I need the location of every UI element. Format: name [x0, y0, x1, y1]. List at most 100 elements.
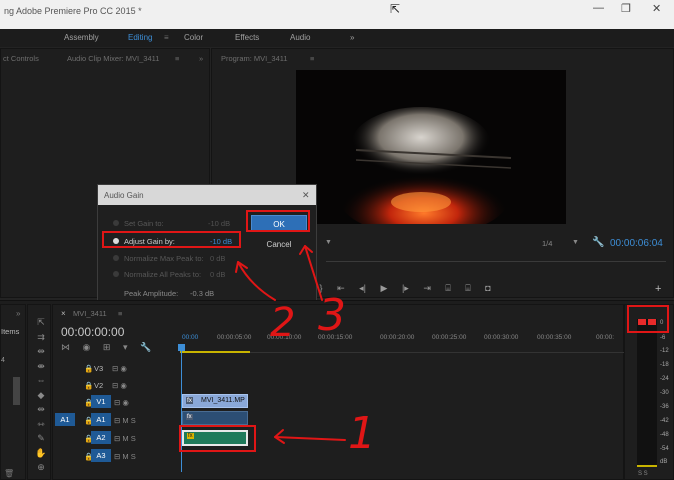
panel-menu-icon[interactable]: ≡ — [175, 54, 179, 63]
settings-wrench-icon[interactable]: 🔧 — [140, 342, 151, 352]
meter-label-24: -24 — [660, 376, 669, 382]
hand-tool-icon[interactable]: ✋ — [34, 446, 48, 461]
ripple-edit-tool-icon[interactable]: ⇹ — [34, 344, 48, 359]
meter-label-db: dB — [660, 459, 668, 465]
project-more-icon[interactable]: » — [16, 309, 20, 318]
close-button[interactable]: ✕ — [652, 2, 661, 15]
project-items-label: Items — [1, 327, 20, 336]
lift-icon: ⌸ — [445, 283, 451, 293]
panel-more-icon[interactable]: » — [199, 54, 203, 63]
workspace-more-icon[interactable]: » — [350, 33, 354, 42]
razor-tool-icon[interactable]: ◆ — [34, 388, 48, 403]
playhead[interactable] — [181, 344, 182, 472]
marker-icon[interactable]: ▾ — [123, 342, 128, 352]
tab-audio-clip-mixer[interactable]: Audio Clip Mixer: MVI_3411 — [67, 54, 159, 63]
minimize-button[interactable]: — — [593, 2, 604, 14]
program-video-frame — [296, 70, 566, 224]
track-v1-icons[interactable]: ⊟ ◉ — [114, 398, 129, 407]
track-a1-name[interactable]: A1 — [91, 413, 111, 426]
zoom-level[interactable]: 1/4 — [542, 239, 552, 248]
track-headers: 🔒 V3 ⊟ ◉ 🔒 V2 ⊟ ◉ 🔒 V1 ⊟ ◉ A1 🔒 A1 ⊟ M S… — [52, 361, 180, 471]
workspace-menu-icon[interactable]: ≡ — [164, 33, 169, 42]
snap-icon[interactable]: ⋈ — [61, 342, 70, 352]
maximize-button[interactable]: ❐ — [621, 2, 631, 15]
rolling-edit-tool-icon[interactable]: ⇼ — [34, 359, 48, 374]
wrench-icon[interactable]: 🔧 — [592, 237, 604, 248]
title-bar: ng Adobe Premiere Pro CC 2015 * ⇱ — ❐ ✕ — [0, 0, 674, 29]
work-area-bar[interactable] — [180, 351, 250, 353]
source-a1-patch[interactable]: A1 — [55, 413, 75, 426]
workspace-editing[interactable]: Editing — [128, 33, 152, 42]
workspace-bar: Assembly Editing ≡ Color Effects Audio » — [0, 29, 674, 47]
track-a2-name[interactable]: A2 — [91, 431, 111, 444]
transport-controls[interactable]: { } ⇤ ◂| ▶ |▸ ⇥ ⌸ ⌸ ◘ — [302, 283, 602, 297]
peak-amplitude-label: Peak Amplitude: — [124, 289, 179, 298]
track-v1-name[interactable]: V1 — [91, 395, 111, 408]
track-select-tool-icon[interactable]: ⇉ — [34, 330, 48, 345]
track-v2-icons[interactable]: ⊟ ◉ — [112, 381, 127, 390]
tools-panel: ⇱ ⇉ ⇹ ⇼ ⇔ ◆ ⇹ ⇿ ✎ ✋ ⊕ — [27, 304, 51, 480]
ruler-label-0: 00:00 — [182, 334, 199, 341]
tab-program[interactable]: Program: MVI_3411 — [221, 54, 288, 63]
radio-normalize-all[interactable] — [113, 271, 119, 277]
annotation-box-meter-peak — [627, 305, 669, 333]
workspace-effects[interactable]: Effects — [235, 33, 259, 42]
selection-tool-icon[interactable]: ⇱ — [34, 315, 48, 330]
annotation-number-1: 1 — [348, 408, 376, 459]
workspace-assembly[interactable]: Assembly — [64, 33, 99, 42]
rate-stretch-tool-icon[interactable]: ⇔ — [34, 373, 48, 388]
zoom-tool-icon[interactable]: ⊕ — [34, 460, 48, 475]
ruler-label-1: 00:00:05:00 — [217, 334, 252, 341]
track-a3-icons[interactable]: ⊟ M S — [114, 452, 136, 461]
add-marker-icon[interactable]: ⊞ — [103, 342, 111, 352]
video-clip[interactable]: fx MVI_3411.MP — [182, 394, 248, 408]
meter-label-48: -48 — [660, 432, 669, 438]
playhead-handle[interactable] — [178, 344, 185, 351]
time-ruler[interactable] — [180, 344, 624, 353]
peak-amplitude-value: -0.3 dB — [190, 289, 215, 298]
track-v3-icons[interactable]: ⊟ ◉ — [112, 364, 127, 373]
slide-tool-icon[interactable]: ⇿ — [34, 417, 48, 432]
timeline-close-icon[interactable]: × — [61, 309, 66, 318]
slip-tool-icon[interactable]: ⇹ — [34, 402, 48, 417]
workspace-audio[interactable]: Audio — [290, 33, 310, 42]
option-set-gain-value[interactable]: -10 dB — [208, 219, 230, 228]
trash-icon[interactable]: 🗑 — [4, 469, 14, 478]
go-to-out-icon: ⇥ — [423, 283, 431, 293]
track-v3-name[interactable]: V3 — [94, 364, 103, 373]
program-ruler[interactable] — [326, 261, 666, 262]
solo-buttons[interactable]: S S — [638, 471, 648, 477]
radio-normalize-max[interactable] — [113, 255, 119, 261]
track-a1-icons[interactable]: ⊟ M S — [114, 416, 136, 425]
option-normalize-max-label: Normalize Max Peak to: — [124, 254, 204, 263]
ruler-label-7: 00:00:35:00 — [537, 334, 572, 341]
program-timecode[interactable]: 00:00:06:04 — [610, 238, 663, 249]
fit-dropdown-icon[interactable]: ▼ — [325, 239, 332, 246]
lock-icon[interactable]: 🔒 — [84, 364, 93, 373]
track-a2-icons[interactable]: ⊟ M S — [114, 434, 136, 443]
linked-selection-icon[interactable]: ◉ — [83, 342, 91, 352]
ruler-label-6: 00:00:30:00 — [484, 334, 519, 341]
project-scrollbar[interactable] — [13, 377, 20, 405]
cancel-button[interactable]: Cancel — [251, 237, 307, 252]
dialog-title: Audio Gain — [104, 191, 144, 200]
sequence-menu-icon[interactable]: ≡ — [118, 309, 122, 318]
radio-set-gain[interactable] — [113, 220, 119, 226]
sequence-timecode[interactable]: 00:00:00:00 — [61, 325, 124, 339]
pen-tool-icon[interactable]: ✎ — [34, 431, 48, 446]
program-menu-icon[interactable]: ≡ — [310, 54, 314, 63]
option-normalize-max-value[interactable]: 0 dB — [210, 254, 225, 263]
chevron-down-icon[interactable]: ▼ — [572, 239, 579, 246]
track-v2-name[interactable]: V2 — [94, 381, 103, 390]
audio-clip-a1[interactable]: fx — [182, 411, 248, 425]
option-normalize-all-value[interactable]: 0 dB — [210, 270, 225, 279]
campfire-image — [339, 107, 512, 224]
workspace-color[interactable]: Color — [184, 33, 203, 42]
meter-floor — [637, 465, 657, 467]
dialog-close-button[interactable]: ✕ — [302, 190, 310, 201]
track-a3-name[interactable]: A3 — [91, 449, 111, 462]
tab-effect-controls[interactable]: ct Controls — [3, 54, 39, 63]
add-button[interactable]: + — [655, 283, 661, 295]
tab-sequence[interactable]: MVI_3411 — [73, 309, 107, 318]
lock-icon[interactable]: 🔒 — [84, 381, 93, 390]
